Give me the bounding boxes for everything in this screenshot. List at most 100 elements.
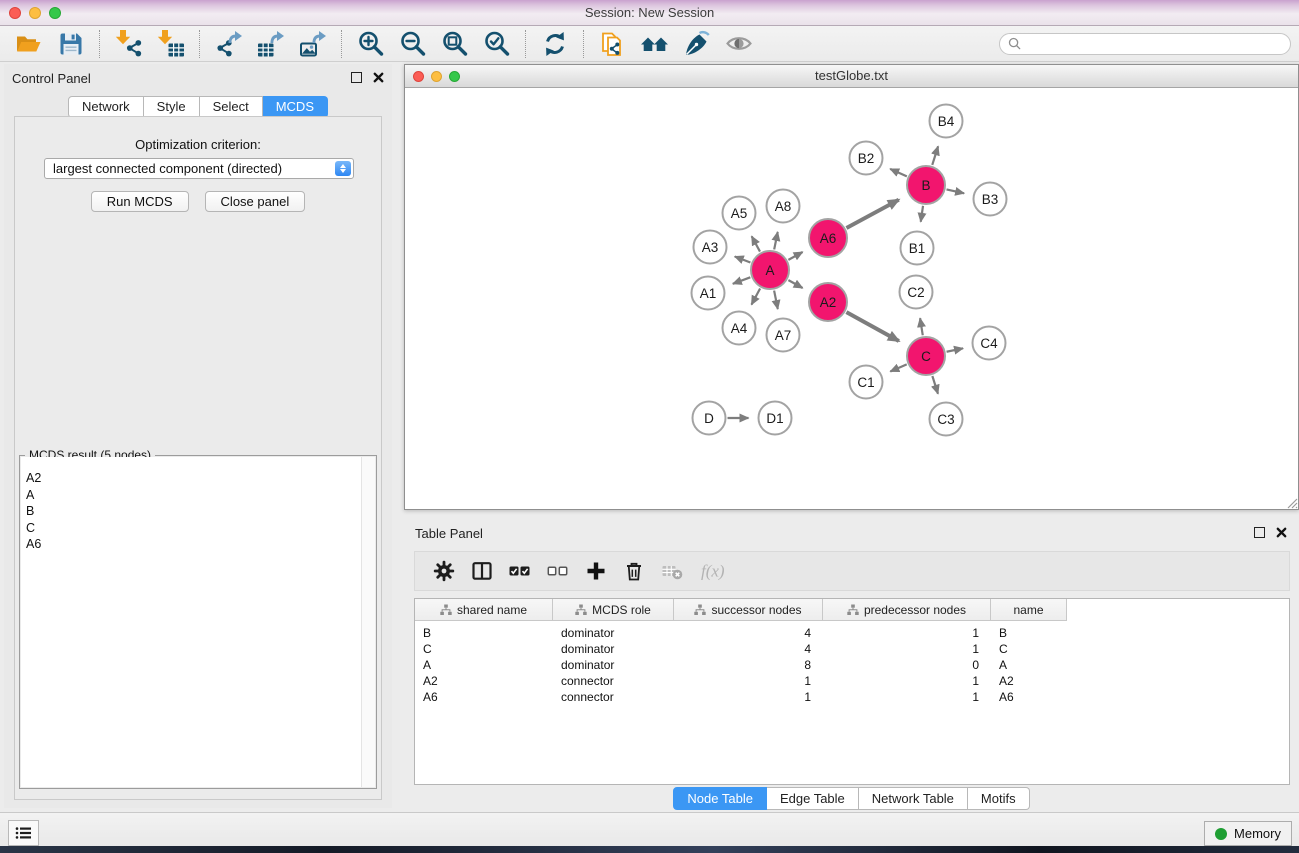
graph-edge-B-B4[interactable] <box>932 146 938 165</box>
mcds-result-list[interactable]: A2ABCA6 <box>21 457 375 787</box>
tab-network[interactable]: Network <box>68 96 144 118</box>
zoom-fit-icon[interactable] <box>441 30 469 58</box>
tab-mcds[interactable]: MCDS <box>263 96 328 118</box>
result-list-item[interactable]: A2 <box>26 470 375 487</box>
graph-edge-B-B3[interactable] <box>947 189 965 193</box>
graph-node-B[interactable]: B <box>907 166 945 204</box>
search-input[interactable] <box>1026 36 1282 52</box>
task-history-button[interactable] <box>8 820 39 846</box>
graph-node-A8[interactable]: A8 <box>767 190 800 223</box>
delete-row-icon[interactable] <box>623 560 645 582</box>
graph-edge-B-B1[interactable] <box>921 206 923 222</box>
result-list-item[interactable]: A6 <box>26 536 375 553</box>
zoom-network-window-button[interactable] <box>449 71 460 82</box>
minimize-window-button[interactable] <box>29 7 41 19</box>
graph-node-C1[interactable]: C1 <box>850 366 883 399</box>
close-network-window-button[interactable] <box>413 71 424 82</box>
run-mcds-button[interactable]: Run MCDS <box>91 191 189 212</box>
show-graphics-details-icon[interactable] <box>683 30 711 58</box>
graph-edge-A-A6[interactable] <box>788 252 802 260</box>
column-header-predecessor-nodes[interactable]: predecessor nodes <box>823 599 991 620</box>
graph-node-C[interactable]: C <box>907 337 945 375</box>
graph-edge-A-A3[interactable] <box>735 256 751 262</box>
minimize-network-window-button[interactable] <box>431 71 442 82</box>
zoom-out-icon[interactable] <box>399 30 427 58</box>
graph-edge-C-C4[interactable] <box>947 348 963 351</box>
graph-edge-A-A1[interactable] <box>733 277 750 283</box>
open-session-icon[interactable] <box>15 30 43 58</box>
network-canvas[interactable]: AA1A3A5A8A4A7A6A2BB2B4B3B1CC2C4C1C3DD1 <box>405 88 1298 509</box>
graph-edge-A-A7[interactable] <box>774 291 778 309</box>
graph-node-A4[interactable]: A4 <box>723 312 756 345</box>
graph-node-A1[interactable]: A1 <box>692 277 725 310</box>
graph-node-D1[interactable]: D1 <box>759 402 792 435</box>
optimization-criterion-select[interactable]: largest connected component (directed) <box>44 158 354 179</box>
graph-node-D[interactable]: D <box>693 402 726 435</box>
column-header-shared-name[interactable]: shared name <box>415 599 553 620</box>
graph-node-B3[interactable]: B3 <box>974 183 1007 216</box>
graph-edge-C-C3[interactable] <box>932 376 938 394</box>
graph-node-A7[interactable]: A7 <box>767 319 800 352</box>
network-window-titlebar[interactable]: testGlobe.txt <box>405 65 1298 88</box>
column-visibility-icon[interactable] <box>471 560 493 582</box>
refresh-layout-icon[interactable] <box>541 30 569 58</box>
table-row[interactable]: A6connector11A6 <box>415 689 1289 705</box>
graph-node-A5[interactable]: A5 <box>723 197 756 230</box>
tab-network-table[interactable]: Network Table <box>859 787 968 810</box>
graph-node-C4[interactable]: C4 <box>973 327 1006 360</box>
export-table-icon[interactable] <box>257 30 285 58</box>
table-row[interactable]: Bdominator41B <box>415 625 1289 641</box>
tab-motifs[interactable]: Motifs <box>968 787 1030 810</box>
graph-node-A3[interactable]: A3 <box>694 231 727 264</box>
close-panel-button[interactable]: Close panel <box>205 191 306 212</box>
clone-network-icon[interactable] <box>599 30 627 58</box>
table-row[interactable]: Cdominator41C <box>415 641 1289 657</box>
home-icon[interactable] <box>641 30 669 58</box>
import-network-icon[interactable] <box>115 30 143 58</box>
search-box[interactable] <box>999 33 1291 55</box>
table-row[interactable]: Adominator80A <box>415 657 1289 673</box>
table-row[interactable]: A2connector11A2 <box>415 673 1289 689</box>
result-list-scrollbar[interactable] <box>361 457 375 787</box>
tab-select[interactable]: Select <box>200 96 263 118</box>
result-list-item[interactable]: B <box>26 503 375 520</box>
export-image-icon[interactable] <box>299 30 327 58</box>
select-all-checks-icon[interactable] <box>509 560 531 582</box>
close-panel-icon[interactable] <box>373 72 384 83</box>
graph-node-B4[interactable]: B4 <box>930 105 963 138</box>
close-table-panel-icon[interactable] <box>1276 527 1287 538</box>
graph-node-B2[interactable]: B2 <box>850 142 883 175</box>
birdseye-view-icon[interactable] <box>725 30 753 58</box>
close-window-button[interactable] <box>9 7 21 19</box>
graph-edge-A2-C[interactable] <box>846 312 898 341</box>
add-column-icon[interactable] <box>585 560 607 582</box>
column-header-MCDS-role[interactable]: MCDS role <box>553 599 674 620</box>
graph-edge-A-A2[interactable] <box>788 280 802 288</box>
graph-edge-C-C1[interactable] <box>890 364 906 371</box>
import-table-icon[interactable] <box>157 30 185 58</box>
float-table-panel-icon[interactable] <box>1254 527 1265 538</box>
memory-button[interactable]: Memory <box>1204 821 1292 846</box>
resize-grip-icon[interactable] <box>1284 495 1298 509</box>
save-session-icon[interactable] <box>57 30 85 58</box>
export-network-icon[interactable] <box>215 30 243 58</box>
float-panel-icon[interactable] <box>351 72 362 83</box>
graph-edge-C-C2[interactable] <box>920 318 923 335</box>
result-list-item[interactable]: A <box>26 487 375 504</box>
result-list-item[interactable]: C <box>26 520 375 537</box>
zoom-window-button[interactable] <box>49 7 61 19</box>
graph-edge-A-A4[interactable] <box>751 289 760 305</box>
column-header-successor-nodes[interactable]: successor nodes <box>674 599 823 620</box>
graph-node-A[interactable]: A <box>751 251 789 289</box>
graph-node-A2[interactable]: A2 <box>809 283 847 321</box>
graph-edge-A6-B[interactable] <box>846 200 898 228</box>
graph-node-C3[interactable]: C3 <box>930 403 963 436</box>
zoom-in-icon[interactable] <box>357 30 385 58</box>
column-header-name[interactable]: name <box>991 599 1067 620</box>
graph-edge-A-A5[interactable] <box>752 236 760 251</box>
graph-edge-A-A8[interactable] <box>774 232 778 249</box>
deselect-all-checks-icon[interactable] <box>547 560 569 582</box>
tab-edge-table[interactable]: Edge Table <box>767 787 859 810</box>
graph-edge-B-B2[interactable] <box>890 169 907 177</box>
table-settings-gear-icon[interactable] <box>433 560 455 582</box>
